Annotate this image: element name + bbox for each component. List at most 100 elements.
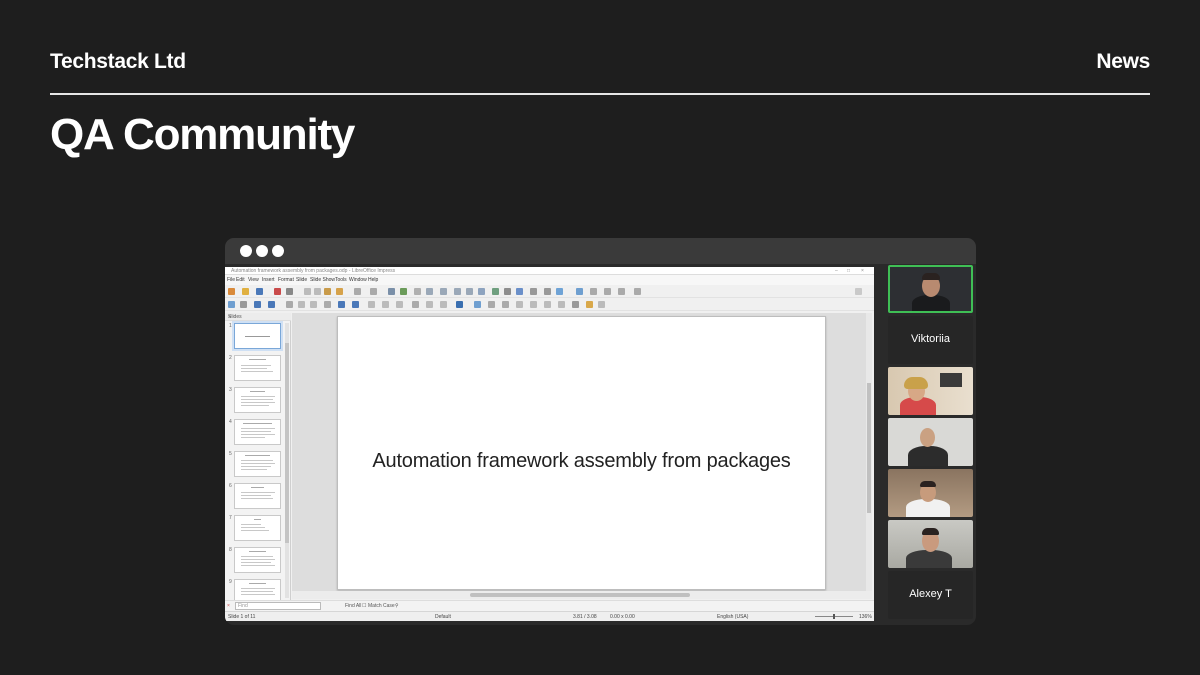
grid-icon[interactable] xyxy=(414,288,421,295)
special-character-icon[interactable] xyxy=(544,288,551,295)
save-icon[interactable] xyxy=(256,288,263,295)
slide-title[interactable]: Automation framework assembly from packa… xyxy=(338,450,825,473)
menu-slide[interactable]: Slide xyxy=(296,277,307,283)
print-icon[interactable] xyxy=(286,288,293,295)
copy-icon[interactable] xyxy=(314,288,321,295)
shadow-icon[interactable] xyxy=(530,301,537,308)
glue-points-icon[interactable] xyxy=(586,301,593,308)
image-icon[interactable] xyxy=(492,288,499,295)
participant-video-tile[interactable] xyxy=(888,265,973,313)
distribute-icon[interactable] xyxy=(516,301,523,308)
slide-thumbnail-8[interactable] xyxy=(234,547,281,573)
current-slide[interactable]: Automation framework assembly from packa… xyxy=(337,316,826,590)
language[interactable]: English (USA) xyxy=(717,614,748,620)
find-input[interactable]: Find xyxy=(235,602,321,610)
slide-icon[interactable] xyxy=(618,288,625,295)
menu-tools[interactable]: Tools xyxy=(335,277,347,283)
paste-icon[interactable] xyxy=(324,288,331,295)
block-arrows-icon[interactable] xyxy=(396,301,403,308)
rotate-icon[interactable] xyxy=(474,301,481,308)
menu-format[interactable]: Format xyxy=(278,277,294,283)
spelling-icon[interactable] xyxy=(400,288,407,295)
media-icon[interactable] xyxy=(504,288,511,295)
zoom-icon[interactable] xyxy=(240,301,247,308)
slide-thumbnail-6[interactable] xyxy=(234,483,281,509)
find-close-icon[interactable]: × xyxy=(227,603,230,609)
more-icon[interactable] xyxy=(634,288,641,295)
open-icon[interactable] xyxy=(242,288,249,295)
menu-edit[interactable]: Edit xyxy=(236,277,245,283)
filter-icon[interactable] xyxy=(558,301,565,308)
table-icon[interactable] xyxy=(478,288,485,295)
sidebar-toggle-icon[interactable] xyxy=(855,288,862,295)
line-icon[interactable] xyxy=(286,301,293,308)
zoom-level[interactable]: 136% xyxy=(859,614,872,620)
redo-icon[interactable] xyxy=(370,288,377,295)
cut-icon[interactable] xyxy=(304,288,311,295)
minimize-icon[interactable]: – xyxy=(835,268,838,274)
export-pdf-icon[interactable] xyxy=(274,288,281,295)
basic-shapes-icon[interactable] xyxy=(368,301,375,308)
toggle-extrusion-icon[interactable] xyxy=(598,301,605,308)
menu-file[interactable]: File xyxy=(227,277,235,283)
transition-icon[interactable] xyxy=(590,288,597,295)
find-all-button[interactable]: Find All xyxy=(345,603,361,609)
undo-icon[interactable] xyxy=(354,288,361,295)
participant-name-tile[interactable]: Alexey T xyxy=(888,571,973,619)
zoom-slider[interactable] xyxy=(815,614,853,619)
menu-help[interactable]: Help xyxy=(368,277,378,283)
chart-icon[interactable] xyxy=(516,288,523,295)
select-icon[interactable] xyxy=(228,301,235,308)
crop-icon[interactable] xyxy=(544,301,551,308)
stars-icon[interactable] xyxy=(440,301,447,308)
display-views-icon[interactable] xyxy=(426,288,433,295)
slide-thumbnail-2[interactable] xyxy=(234,355,281,381)
curves-icon[interactable] xyxy=(338,301,345,308)
panel-scrollbar[interactable] xyxy=(285,323,289,598)
master-slide-icon[interactable] xyxy=(440,288,447,295)
toggle-points-icon[interactable] xyxy=(572,301,579,308)
ellipse-icon[interactable] xyxy=(310,301,317,308)
close-icon[interactable]: × xyxy=(861,268,864,274)
flowchart-icon[interactable] xyxy=(412,301,419,308)
slide-thumbnail-5[interactable] xyxy=(234,451,281,477)
maximize-icon[interactable]: □ xyxy=(847,268,850,274)
slide-thumbnail-3[interactable] xyxy=(234,387,281,413)
lines-arrows-icon[interactable] xyxy=(324,301,331,308)
text-box-icon[interactable] xyxy=(530,288,537,295)
align-icon[interactable] xyxy=(488,301,495,308)
3d-objects-icon[interactable] xyxy=(456,301,463,308)
menu-insert[interactable]: Insert xyxy=(262,277,275,283)
menu-slide-show[interactable]: Slide Show xyxy=(310,277,335,283)
rectangle-icon[interactable] xyxy=(298,301,305,308)
menu-view[interactable]: View xyxy=(248,277,259,283)
start-first-icon[interactable] xyxy=(454,288,461,295)
participant-name-tile[interactable]: Viktoriia xyxy=(888,316,973,364)
participant-video-tile[interactable] xyxy=(888,367,973,415)
arrange-icon[interactable] xyxy=(502,301,509,308)
callouts-icon[interactable] xyxy=(426,301,433,308)
fill-color-icon[interactable] xyxy=(268,301,275,308)
slides-panel-close-icon[interactable]: × xyxy=(228,314,288,320)
hyperlink-icon[interactable] xyxy=(576,288,583,295)
find-replace-icon[interactable]: ⚲ xyxy=(395,603,399,609)
participant-video-tile[interactable] xyxy=(888,418,973,466)
connectors-icon[interactable] xyxy=(352,301,359,308)
slide-thumbnail-4[interactable] xyxy=(234,419,281,445)
slide-thumbnail-1[interactable] xyxy=(234,323,281,349)
find-replace-icon[interactable] xyxy=(388,288,395,295)
animation-icon[interactable] xyxy=(604,288,611,295)
fontwork-icon[interactable] xyxy=(556,288,563,295)
brand-logo[interactable]: Techstack Ltd xyxy=(50,50,186,74)
canvas-vertical-scrollbar[interactable] xyxy=(866,313,872,591)
start-current-icon[interactable] xyxy=(466,288,473,295)
line-color-icon[interactable] xyxy=(254,301,261,308)
symbol-shapes-icon[interactable] xyxy=(382,301,389,308)
clone-formatting-icon[interactable] xyxy=(336,288,343,295)
slide-thumbnail-7[interactable] xyxy=(234,515,281,541)
participant-video-tile[interactable] xyxy=(888,520,973,568)
participant-video-tile[interactable] xyxy=(888,469,973,517)
new-icon[interactable] xyxy=(228,288,235,295)
menu-window[interactable]: Window xyxy=(349,277,367,283)
match-case-checkbox[interactable]: ☐ xyxy=(362,603,366,609)
